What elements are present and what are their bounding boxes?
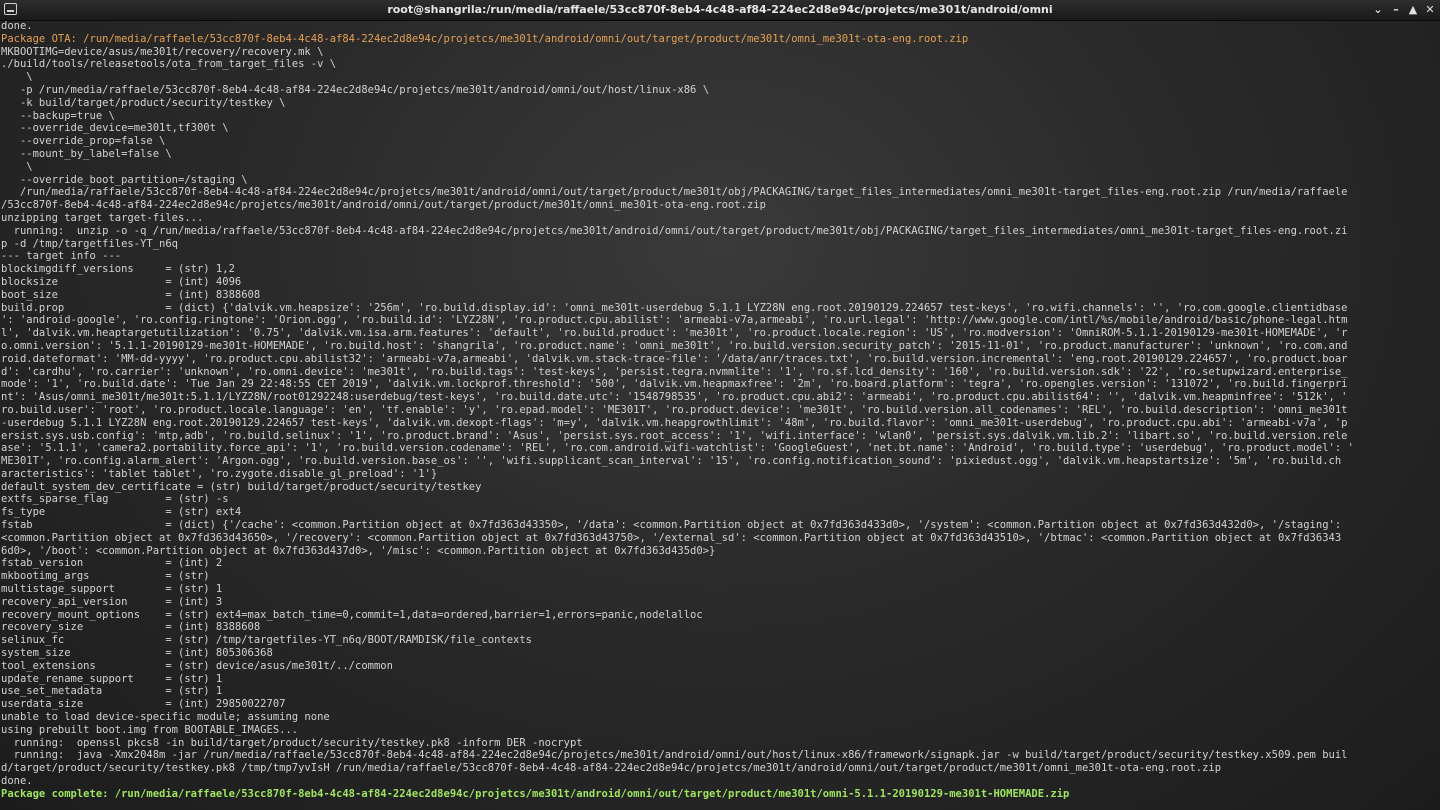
maximize-icon[interactable]: ▲: [1405, 2, 1421, 17]
terminal-line: fstab = (dict) {'/cache': <common.Partit…: [1, 519, 1342, 532]
terminal-line: 6d0>, '/boot': <common.Partition object …: [1, 544, 716, 557]
terminal-line: extfs_sparse_flag = (str) -s: [1, 493, 229, 506]
terminal-line: mode': '1', 'ro.build.date': 'Tue Jan 29…: [1, 378, 1348, 391]
terminal-line: --override_prop=false \: [1, 135, 166, 148]
terminal-line: --mount_by_label=false \: [1, 147, 172, 160]
terminal-line: nt': 'Asus/omni_me301t/me301t:5.1.1/LYZ2…: [1, 391, 1348, 404]
terminal-line: default_system_dev_certificate = (str) b…: [1, 480, 482, 493]
terminal-line: recovery_api_version = (int) 3: [1, 595, 223, 608]
terminal-line: recovery_mount_options = (str) ext4=max_…: [1, 608, 703, 621]
terminal-line: running: java -Xmx2048m -jar /run/media/…: [1, 749, 1348, 762]
terminal-line: \: [1, 71, 33, 84]
terminal-line: unable to load device-specific module; a…: [1, 711, 330, 724]
minimize-icon[interactable]: –: [1388, 2, 1404, 17]
terminal-line: o.omni.version': '5.1.1-20190129-me301t-…: [1, 339, 1348, 352]
terminal-line: --override_boot_partition=/staging \: [1, 173, 248, 186]
chevron-down-icon[interactable]: ⌄: [1370, 2, 1386, 17]
terminal-line: blockimgdiff_versions = (str) 1,2: [1, 263, 235, 276]
terminal-line: use_set_metadata = (str) 1: [1, 685, 223, 698]
terminal-line: /run/media/raffaele/53cc870f-8eb4-4c48-a…: [1, 186, 1348, 199]
terminal-line: -userdebug 5.1.1 LYZ28N eng.root.2019012…: [1, 416, 1348, 429]
terminal-line: system_size = (int) 805306368: [1, 647, 273, 660]
terminal-line: fs_type = (str) ext4: [1, 506, 242, 519]
terminal-line: selinux_fc = (str) /tmp/targetfiles-YT_n…: [1, 634, 533, 647]
terminal-line: update_rename_support = (str) 1: [1, 672, 223, 685]
terminal-line: mkbootimg_args = (str): [1, 570, 210, 583]
terminal-line: p -d /tmp/targetfiles-YT_n6q: [1, 237, 179, 250]
terminal-line: MKBOOTIMG=device/asus/me301t/recovery/re…: [1, 45, 324, 58]
terminal-line: multistage_support = (str) 1: [1, 583, 223, 596]
terminal-line: l', 'dalvik.vm.heaptargetutilization': '…: [1, 327, 1348, 340]
terminal-line: running: unzip -o -q /run/media/raffaele…: [1, 224, 1348, 237]
terminal-line: done.: [1, 20, 33, 32]
terminal-line: d/target/product/security/testkey.pk8 /t…: [1, 762, 1222, 775]
terminal-line: <common.Partition object at 0x7fd363d436…: [1, 531, 1342, 544]
terminal-line: \: [1, 160, 33, 173]
terminal-line: roid.dateformat': 'MM-dd-yyyy', 'ro.prod…: [1, 352, 1348, 365]
terminal-line: blocksize = (int) 4096: [1, 275, 242, 288]
terminal-line: /53cc870f-8eb4-4c48-af84-224ec2d8e94c/pr…: [1, 199, 766, 212]
terminal-line: using prebuilt boot.img from BOOTABLE_IM…: [1, 723, 299, 736]
terminal-line: ase': '5.1.1', 'camera2.portability.forc…: [1, 442, 1354, 455]
terminal-line: tool_extensions = (str) device/asus/me30…: [1, 659, 393, 672]
terminal-line: Package OTA: /run/media/raffaele/53cc870…: [1, 32, 969, 45]
terminal-line: ME301T', 'ro.config.alarm_alert': 'Argon…: [1, 455, 1342, 468]
terminal-line: ': 'android-google', 'ro.config.ringtone…: [1, 314, 1348, 327]
terminal-line: recovery_size = (int) 8388608: [1, 621, 261, 634]
terminal-line: -k build/target/product/security/testkey…: [1, 96, 286, 109]
terminal-line: Package complete: /run/media/raffaele/53…: [1, 787, 1070, 800]
window-titlebar[interactable]: root@shangrila:/run/media/raffaele/53cc8…: [0, 0, 1440, 21]
close-icon[interactable]: ✕: [1422, 2, 1438, 17]
window-title: root@shangrila:/run/media/raffaele/53cc8…: [387, 3, 1053, 16]
terminal-line: ./build/tools/releasetools/ota_from_targ…: [1, 58, 337, 71]
terminal-line: aracteristics': 'tablet tablet', 'ro.zyg…: [1, 467, 438, 480]
terminal-line: --backup=true \: [1, 109, 115, 122]
terminal-line: build.prop = (dict) {'dalvik.vm.heapsize…: [1, 301, 1348, 314]
terminal-line: --override_device=me301t,tf300t \: [1, 122, 229, 135]
terminal-line: boot_size = (int) 8388608: [1, 288, 261, 301]
terminal-line: --- target info ---: [1, 250, 122, 263]
terminal-line: done.: [1, 775, 33, 788]
terminal-line: ersist.sys.usb.config': 'mtp,adb', 'ro.b…: [1, 429, 1348, 442]
terminal-line: running: openssl pkcs8 -in build/target/…: [1, 736, 583, 749]
terminal-line: userdata_size = (int) 29850022707: [1, 698, 286, 711]
terminal-line: unzipping target target-files...: [1, 211, 204, 224]
terminal-line: fstab_version = (int) 2: [1, 557, 223, 570]
terminal-line: d': 'cardhu', 'ro.carrier': 'unknown', '…: [1, 365, 1348, 378]
terminal-line: -p /run/media/raffaele/53cc870f-8eb4-4c4…: [1, 83, 710, 96]
terminal-line: ro.build.user': 'root', 'ro.product.loca…: [1, 403, 1348, 416]
terminal-output[interactable]: done. Package OTA: /run/media/raffaele/53…: [0, 20, 1440, 810]
